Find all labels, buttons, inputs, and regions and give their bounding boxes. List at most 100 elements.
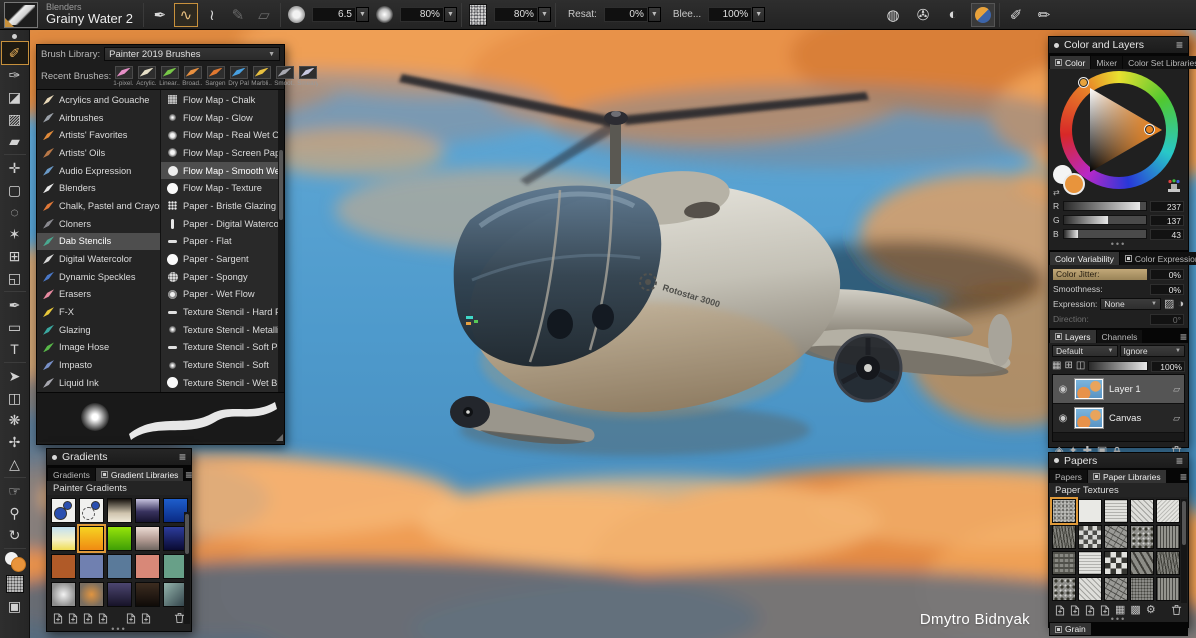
paper-settings-icon[interactable]: ⚙ <box>1146 605 1156 616</box>
brush-ghost-icon[interactable]: ✏ <box>1032 3 1056 27</box>
brush-variant-item[interactable]: Flow Map - Screen Paper <box>161 144 278 162</box>
brush-variant-item[interactable]: Texture Stencil - Wet Buildup <box>161 374 278 392</box>
copy-gradient-icon[interactable] <box>98 613 108 624</box>
recent-brush-8[interactable]: Smoot... <box>274 66 295 87</box>
straight-stroke-icon[interactable]: ≀ <box>200 3 224 27</box>
brush-category-item[interactable]: Acrylics and Gouache <box>37 91 160 109</box>
recent-brush-1[interactable]: 1-pixel... <box>113 66 134 87</box>
layers-menu-icon[interactable]: ≡ <box>1180 331 1187 343</box>
composite-method-dropdown[interactable]: Default▼ <box>1052 345 1118 357</box>
resat-dropdown-arrow[interactable]: ▼ <box>648 7 661 22</box>
recent-brush-6[interactable]: Dry Pal... <box>228 66 249 87</box>
paper-texture-swatch-19[interactable] <box>1130 577 1154 601</box>
brush-category-item[interactable]: F-X <box>37 303 160 321</box>
paper-color-icon[interactable] <box>971 3 995 27</box>
layer-visibility-icon[interactable]: ◉ <box>1057 412 1069 424</box>
brush-selector-icon[interactable]: ✒ <box>148 3 172 27</box>
gradient-swatch-1[interactable] <box>51 498 76 523</box>
paper-texture-swatch-17[interactable] <box>1078 577 1102 601</box>
tab-paper-libraries[interactable]: Paper Libraries <box>1088 470 1166 483</box>
save-paper-icon[interactable] <box>1085 605 1095 616</box>
gradient-scrollbar[interactable] <box>184 512 190 624</box>
gradient-swatch-13[interactable] <box>107 554 132 579</box>
resat-value[interactable]: 0% <box>604 7 648 22</box>
panel-collapse-dot[interactable] <box>52 455 57 460</box>
size-dab-icon[interactable] <box>288 6 305 23</box>
color-panel-menu-icon[interactable]: ≡ <box>1176 39 1183 51</box>
brush-variant-item[interactable]: Flow Map - Real Wet Oil <box>161 126 278 144</box>
tab-color-variability[interactable]: Color Variability <box>1050 252 1119 265</box>
brush-variant-item[interactable]: Paper - Digital Watercolor Par <box>161 215 278 233</box>
mirror-painting-tool[interactable]: ◫ <box>2 387 28 409</box>
tab-gradient-libraries[interactable]: Gradient Libraries <box>96 468 184 481</box>
magnifier-tool[interactable]: ⚲ <box>2 502 28 524</box>
brush-category-item[interactable]: Audio Expression <box>37 162 160 180</box>
brush-category-item[interactable]: Dab Stencils <box>37 233 160 251</box>
layer-row[interactable]: ◉Layer 1▱ <box>1053 375 1184 404</box>
tab-grain[interactable]: Grain <box>1050 623 1091 635</box>
layer-link-icon[interactable]: ◫ <box>1076 361 1085 371</box>
gradient-swatch-17[interactable] <box>79 582 104 607</box>
clone-color-icon[interactable]: ✎ <box>226 3 250 27</box>
gradient-swatch-8[interactable] <box>107 526 132 551</box>
brush-tool[interactable]: ✐ <box>2 42 28 64</box>
size-dropdown-arrow[interactable]: ▼ <box>356 7 369 22</box>
main-additional-color-swatches[interactable]: ⇄ <box>1053 165 1087 195</box>
brush-variant-item[interactable]: Flow Map - Glow <box>161 109 278 127</box>
bleed-dropdown-arrow[interactable]: ▼ <box>752 7 765 22</box>
color-wheel[interactable]: ⇄ <box>1049 69 1188 197</box>
brush-category-item[interactable]: Liquid Ink <box>37 374 160 392</box>
grain-dropdown-arrow[interactable]: ▼ <box>538 7 551 22</box>
resat-field[interactable]: 0% ▼ <box>604 7 661 22</box>
brush-category-item[interactable]: Blenders <box>37 179 160 197</box>
panel-collapse-dot[interactable] <box>1054 458 1059 463</box>
toolbox-handle[interactable] <box>12 34 17 39</box>
paper-texture-swatch-3[interactable] <box>1104 499 1128 523</box>
brush-variant-item[interactable]: Paper - Sargent <box>161 250 278 268</box>
paper-texture-swatch-15[interactable] <box>1156 551 1180 575</box>
gradient-swatch-19[interactable] <box>135 582 160 607</box>
text-tool[interactable]: T <box>2 338 28 360</box>
tab-channels[interactable]: Channels <box>1097 330 1143 343</box>
brush-category-item[interactable]: Digital Watercolor <box>37 250 160 268</box>
grain-preview-icon[interactable] <box>469 4 487 26</box>
brush-variant-item[interactable]: Paper - Wet Flow <box>161 286 278 304</box>
size-value[interactable]: 6.5 <box>312 7 356 22</box>
brush-variant-item[interactable]: Paper - Bristle Glazing <box>161 197 278 215</box>
rect-select-tool[interactable]: ▢ <box>2 179 28 201</box>
preserve-transparency-icon[interactable]: ▦ <box>1052 361 1061 371</box>
brush-variant-item[interactable]: Paper - Flat <box>161 233 278 251</box>
brush-category-item[interactable]: Artists' Oils <box>37 144 160 162</box>
color-jitter-slider[interactable]: Color Jitter: <box>1053 269 1147 280</box>
brush-category-item[interactable]: Chalk, Pastel and Crayons <box>37 197 160 215</box>
import-gradient-icon[interactable] <box>53 613 63 624</box>
brush-category-item[interactable]: Artists' Favorites <box>37 126 160 144</box>
slider-value[interactable]: 237 <box>1150 201 1184 212</box>
composite-depth-dropdown[interactable]: Ignore▼ <box>1120 345 1186 357</box>
brush-category-item[interactable]: Impasto <box>37 356 160 374</box>
rect-shape-tool[interactable]: ▭ <box>2 316 28 338</box>
sv-marker[interactable] <box>1145 125 1154 134</box>
opacity-value[interactable]: 80% <box>400 7 444 22</box>
grain-value[interactable]: 80% <box>494 7 538 22</box>
slider-value[interactable]: 43 <box>1150 229 1184 240</box>
gradient-swatch-3[interactable] <box>107 498 132 523</box>
main-additional-colors[interactable] <box>2 551 28 573</box>
brush-category-item[interactable]: Dynamic Speckles <box>37 268 160 286</box>
polygon-stroke-icon[interactable]: ▱ <box>252 3 276 27</box>
brush-variant-item[interactable]: Paper - Spongy <box>161 268 278 286</box>
layer-row[interactable]: ◉Canvas▱ <box>1053 404 1184 433</box>
tab-layers[interactable]: Layers <box>1050 330 1096 343</box>
delete-paper-icon[interactable] <box>1171 604 1182 616</box>
paper-texture-swatch-16[interactable] <box>1052 577 1076 601</box>
color-wheel-icon[interactable]: ✇ <box>911 3 935 27</box>
color-set-stamp-icon[interactable] <box>1166 178 1182 193</box>
kaleidoscope-tool[interactable]: ❋ <box>2 409 28 431</box>
gradient-swatch-7[interactable] <box>79 526 104 551</box>
paper-texture-swatch-18[interactable] <box>1104 577 1128 601</box>
current-brush[interactable]: Blenders Grainy Water 2 <box>46 2 133 27</box>
brush-variant-item[interactable]: Flow Map - Smooth Wet Oil <box>161 162 278 180</box>
paper-texture-swatch-9[interactable] <box>1130 525 1154 549</box>
layer-adjuster-tool[interactable]: ✛ <box>2 157 28 179</box>
eraser-tool[interactable]: ▰ <box>2 130 28 152</box>
